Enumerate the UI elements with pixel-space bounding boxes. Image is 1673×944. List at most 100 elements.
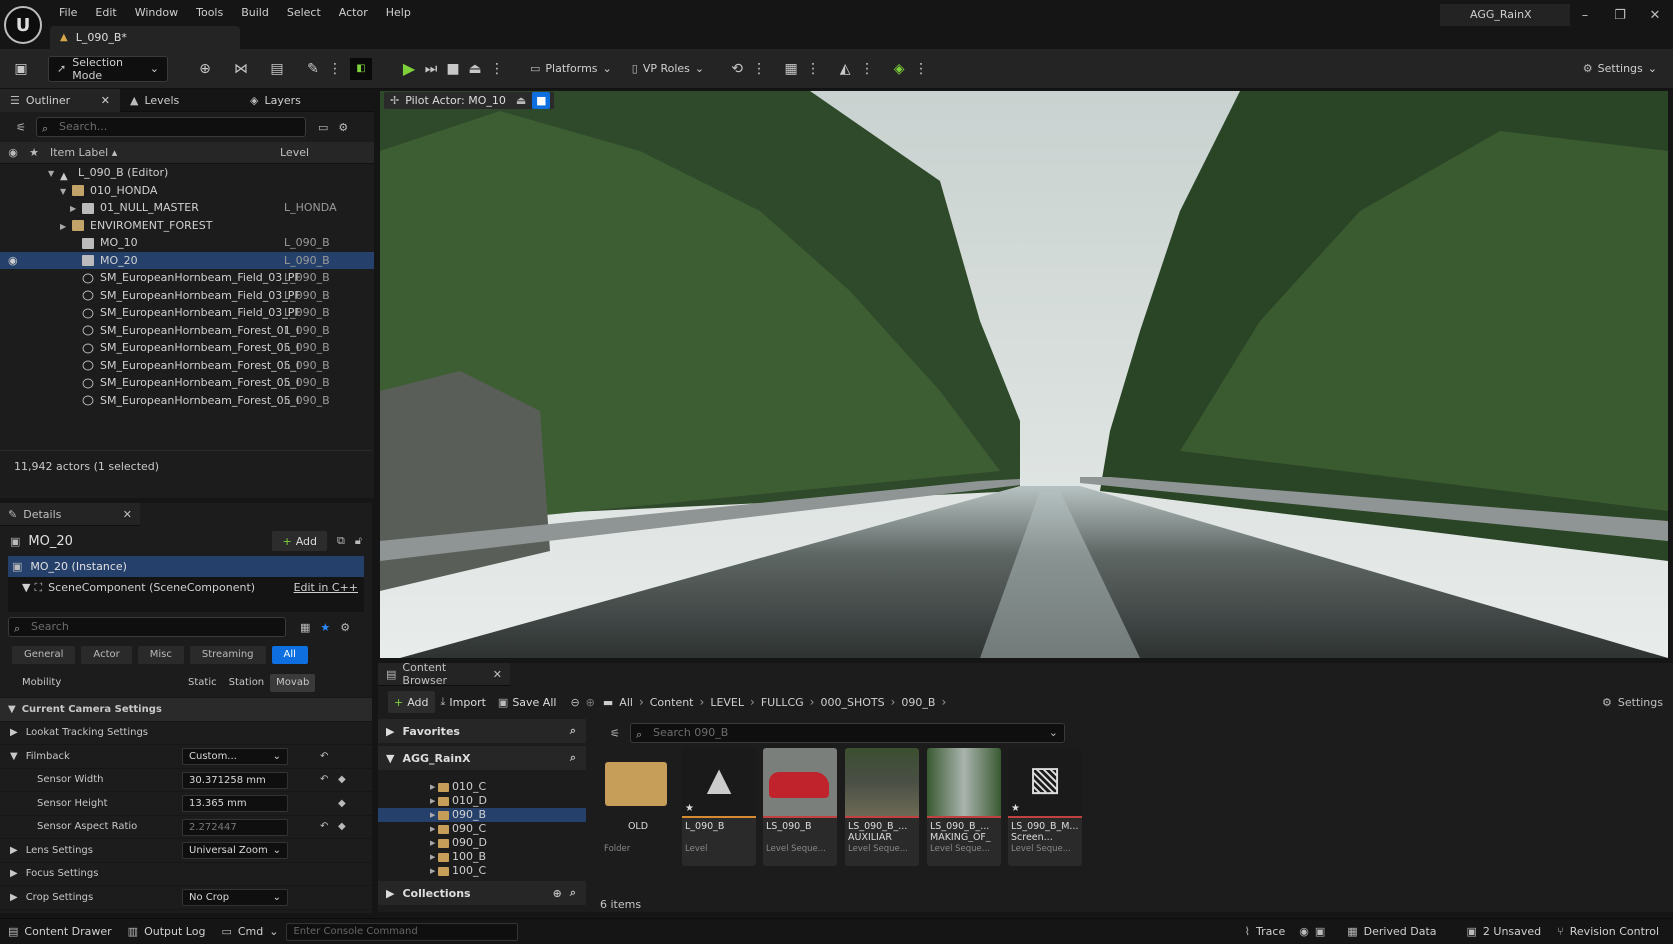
crop-dropdown[interactable]: No Crop ⌄ [182, 889, 288, 906]
outliner-row[interactable]: SM_EuropeanHornbeam_Forest_05_I L_090_B [0, 339, 374, 357]
outliner-row[interactable]: SM_EuropeanHornbeam_Field_03_PF L_090_B [0, 287, 374, 305]
item-label-column[interactable]: Item Label ▴ [50, 146, 280, 159]
expand-arrow-icon[interactable]: ▶ [430, 780, 435, 794]
lookat-row[interactable]: ▶ Lookat Tracking Settings [0, 722, 372, 745]
asset-search-input[interactable]: ⌕ Search 090_B ⌄ [630, 723, 1065, 743]
expand-arrow-icon[interactable]: ▶ [70, 200, 82, 218]
visibility-eye-icon[interactable]: ◉ [0, 146, 26, 159]
reset-icon[interactable]: ↶ [320, 821, 328, 832]
layer-icon[interactable]: ◭ [834, 58, 856, 80]
render-icon[interactable]: ▦ [780, 58, 802, 80]
back-arrow-icon[interactable]: ⊖ [570, 696, 579, 709]
expand-arrow-icon[interactable]: ▶ [430, 822, 435, 836]
output-log-button[interactable]: ▥ Output Log [120, 920, 214, 944]
expand-arrow-icon[interactable]: ▶ [430, 850, 435, 864]
outliner-row[interactable]: SM_EuropeanHornbeam_Forest_05_I L_090_B [0, 374, 374, 392]
folder-tree-item[interactable]: ▶ 010_C [378, 780, 586, 794]
gear-icon[interactable]: ⚙ [340, 621, 350, 634]
forward-arrow-icon[interactable]: ⊕ [586, 696, 595, 709]
record-icon[interactable]: ◉ [1299, 925, 1309, 938]
edit-in-cpp-link[interactable]: Edit in C++ [294, 581, 358, 594]
sensor-aspect-input[interactable]: 2.272447 [182, 818, 288, 836]
breadcrumb-fullcg[interactable]: FULLCG [755, 696, 810, 709]
camera-icon[interactable]: ■ [532, 92, 551, 109]
console-command-input[interactable]: Enter Console Command [286, 922, 519, 941]
project-section[interactable]: ▼ AGG_RainX ⌕ [378, 746, 586, 770]
content-drawer-button[interactable]: ▤ Content Drawer [0, 920, 120, 944]
filter-actor[interactable]: Actor [81, 646, 132, 664]
step-icon[interactable]: ⏭ [420, 58, 442, 80]
menu-select[interactable]: Select [278, 3, 330, 23]
filter-icon[interactable]: ⚟ [600, 727, 630, 740]
mobility-stationary[interactable]: Station [223, 674, 271, 692]
filter-all[interactable]: All [271, 646, 308, 664]
expand-arrow-icon[interactable]: ▶ [430, 864, 435, 878]
outliner-row[interactable]: SM_EuropeanHornbeam_Forest_05_I L_090_B [0, 357, 374, 375]
sensor-width-input[interactable]: 30.371258 mm [182, 771, 288, 789]
sensor-height-input[interactable]: 13.365 mm [182, 795, 288, 812]
pin-star-icon[interactable]: ★ [26, 146, 42, 159]
more-options-icon[interactable]: ⋮ [748, 58, 770, 80]
menu-actor[interactable]: Actor [330, 3, 377, 23]
source-control-icon[interactable]: ⟲ [726, 58, 748, 80]
eject-icon[interactable]: ⏏ [516, 92, 526, 109]
expand-arrow-icon[interactable]: ▼ [48, 165, 60, 183]
close-icon[interactable]: ✕ [1638, 4, 1672, 26]
trace-button[interactable]: ⌇ Trace [1237, 920, 1294, 944]
mobility-static[interactable]: Static [182, 674, 223, 692]
favorite-star-icon[interactable]: ★ [320, 621, 330, 634]
pilot-actor-badge[interactable]: ✢ Pilot Actor: MO_10 ⏏ ■ [384, 92, 555, 109]
keyframe-icon[interactable]: ◆ [338, 821, 346, 832]
blueprint-icon[interactable]: ⧉ [337, 534, 345, 548]
menu-window[interactable]: Window [126, 3, 187, 23]
cb-add-button[interactable]: + Add [388, 691, 435, 713]
more-options-icon[interactable]: ⋮ [324, 58, 346, 80]
asset-tile-ls-auxiliar[interactable]: LS_090_B_... AUXILIAR Level Seque... [845, 748, 919, 866]
mobility-movable[interactable]: Movab [270, 674, 316, 692]
breadcrumb-all[interactable]: All [613, 696, 639, 709]
asset-tile-level[interactable]: ▲ ★ L_090_B Level [682, 748, 756, 866]
filter-streaming[interactable]: Streaming [189, 646, 266, 664]
gear-icon[interactable]: ⚙ [338, 121, 348, 134]
python-icon[interactable]: ◧ [350, 57, 372, 80]
cmd-dropdown[interactable]: ▭ Cmd ⌄ [213, 920, 286, 944]
filter-misc[interactable]: Misc [137, 646, 184, 664]
more-options-icon[interactable]: ⋮ [910, 58, 932, 80]
scene-component-row[interactable]: ▼ ⛶ SceneComponent (SceneComponent) Edit… [8, 577, 364, 598]
blueprint-icon[interactable]: ⋈ [230, 58, 252, 80]
close-icon[interactable]: ✕ [101, 94, 110, 107]
expand-arrow-icon[interactable]: ▶ [60, 218, 72, 236]
search-icon[interactable]: ⌕ [570, 886, 576, 900]
outliner-row[interactable]: SM_EuropeanHornbeam_Field_03_PF L_090_B [0, 304, 374, 322]
chevron-down-icon[interactable]: ⌄ [1049, 724, 1058, 742]
filter-icon[interactable]: ⚟ [6, 121, 36, 134]
outliner-row[interactable]: ◉ MO_20 L_090_B [0, 251, 374, 269]
asset-tile-ls-making-of[interactable]: LS_090_B_... MAKING_OF_ Level Seque... [927, 748, 1001, 866]
eject-icon[interactable]: ⏏ [464, 58, 486, 80]
menu-help[interactable]: Help [377, 3, 420, 23]
expand-arrow-icon[interactable]: ▶ [430, 836, 435, 850]
outliner-search-input[interactable]: ⌕ Search... [36, 117, 306, 137]
play-options-icon[interactable]: ⋮ [486, 58, 508, 80]
search-icon[interactable]: ⌕ [570, 724, 576, 738]
expand-arrow-icon[interactable]: ▼ [60, 183, 72, 201]
reset-icon[interactable]: ↶ [320, 751, 328, 762]
keyframe-icon[interactable]: ◆ [338, 774, 346, 785]
folder-tree-item[interactable]: ▶ 100_C [378, 864, 586, 878]
breadcrumb-090b[interactable]: 090_B [895, 696, 941, 709]
folder-tree-item[interactable]: ▶ 010_D [378, 794, 586, 808]
import-button[interactable]: ⤓ Import [435, 691, 492, 713]
outliner-row[interactable]: SM_EuropeanHornbeam_Forest_01_I L_090_B [0, 322, 374, 340]
filter-general[interactable]: General [12, 646, 76, 664]
level-column[interactable]: Level [280, 146, 309, 159]
asset-tile-ls-screen[interactable]: ▧ ★ LS_090_B_M... Screen... Level Seque.… [1008, 748, 1082, 866]
asset-tile-old[interactable]: OLD Folder [601, 748, 675, 866]
add-actor-icon[interactable]: ⊕ [194, 58, 216, 80]
outliner-row[interactable]: ▶ 01_NULL_MASTER L_HONDA [0, 199, 374, 217]
vp-roles-dropdown[interactable]: ▯ VP Roles ⌄ [626, 56, 710, 82]
stop-icon[interactable]: ■ [442, 58, 464, 80]
level-viewport[interactable] [380, 91, 1668, 658]
more-options-icon[interactable]: ⋮ [802, 58, 824, 80]
plugin-icon[interactable]: ◈ [888, 58, 910, 80]
instance-row[interactable]: ▣ MO_20 (Instance) [8, 556, 364, 577]
